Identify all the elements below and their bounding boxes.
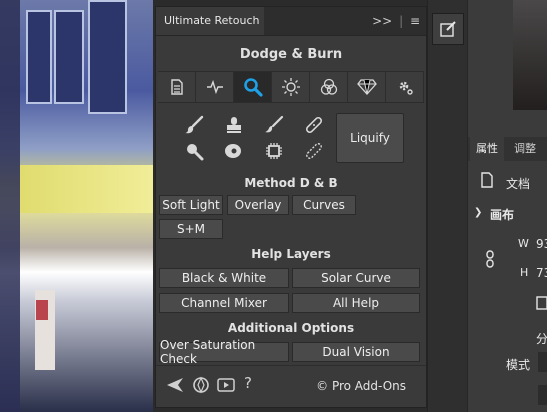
ultimate-retouch-panel: Ultimate Retouch >> | ≡ Dodge & Burn Liq…	[155, 6, 427, 408]
canvas-heading: 画布	[490, 208, 515, 222]
document-icon	[480, 172, 494, 191]
resolution-label: 分	[536, 332, 547, 346]
search-icon	[243, 78, 263, 97]
liquify-button[interactable]: Liquify	[336, 113, 404, 163]
height-label: H	[520, 266, 529, 279]
s-m-button[interactable]: S+M	[159, 219, 223, 239]
link-icon[interactable]	[485, 250, 495, 271]
panel-dock-strip	[427, 0, 468, 412]
patch-icon	[306, 143, 322, 159]
document-label: 文档	[506, 177, 531, 191]
tab-adjustments[interactable]: 调整	[508, 137, 542, 161]
method-heading: Method D & B	[244, 176, 338, 190]
panel-header: Dodge & Burn	[239, 47, 343, 62]
tab-finishing[interactable]	[348, 72, 386, 102]
width-field[interactable]: 93	[536, 237, 547, 251]
panel-tab-bar	[158, 71, 424, 103]
chip-icon	[266, 143, 282, 159]
tool-brush-dodge[interactable]	[174, 112, 214, 138]
diamond-icon	[356, 79, 377, 95]
orientation-icon[interactable]	[536, 296, 547, 313]
tool-chip[interactable]	[254, 138, 294, 164]
video-icon[interactable]	[217, 376, 235, 398]
copyright-text: © Pro Add-Ons	[316, 379, 406, 393]
panel-menu-controls: >> | ≡	[372, 14, 420, 28]
tool-patch[interactable]	[294, 138, 334, 164]
solar-curve-button[interactable]: Solar Curve	[292, 268, 420, 288]
image-window	[54, 10, 84, 104]
image-window	[26, 10, 52, 104]
color-picker-field[interactable]	[513, 0, 547, 110]
over-saturation-check-button[interactable]: Over Saturation Check	[159, 338, 289, 366]
panel-menu-icon[interactable]: ≡	[410, 14, 420, 28]
tab-brightness[interactable]	[272, 72, 310, 102]
color-sampler-icon	[225, 144, 241, 158]
tab-settings[interactable]	[386, 72, 424, 102]
all-help-button[interactable]: All Help	[292, 293, 420, 313]
zoom-icon	[187, 144, 204, 161]
brush-icon	[185, 115, 204, 134]
properties-panel: 属性 调整 文档 ❯ 画布 W 93 H 73 分 模式	[467, 0, 547, 412]
soft-light-button[interactable]: Soft Light	[159, 195, 223, 215]
tab-document[interactable]	[158, 72, 196, 102]
edit-icon	[440, 21, 456, 37]
additional-options-heading: Additional Options	[227, 321, 355, 335]
tab-properties[interactable]: 属性	[470, 137, 504, 161]
tool-brush[interactable]	[254, 112, 294, 138]
panel-tab-title[interactable]: Ultimate Retouch	[156, 7, 264, 35]
panel-titlebar: Ultimate Retouch >> | ≡	[156, 7, 426, 36]
document-icon	[170, 79, 183, 95]
stamp-icon	[227, 117, 241, 133]
edit-panel-button[interactable]	[432, 13, 464, 45]
channels-icon	[320, 78, 337, 95]
aperture-icon[interactable]	[192, 376, 210, 398]
bandage-icon	[305, 116, 323, 134]
tool-healing[interactable]	[294, 112, 334, 138]
tool-zoom[interactable]	[174, 138, 214, 164]
curves-button[interactable]: Curves	[292, 195, 356, 215]
properties-tab-bar: 属性 调整	[468, 137, 547, 161]
help-layers-heading: Help Layers	[251, 247, 331, 261]
bit-depth-select[interactable]	[538, 385, 547, 405]
tab-dodge-burn[interactable]	[234, 72, 272, 102]
overlay-button[interactable]: Overlay	[227, 195, 289, 215]
image-window	[88, 0, 127, 114]
tab-frequency[interactable]	[196, 72, 234, 102]
brightness-icon	[281, 78, 300, 96]
help-icon[interactable]: ?	[244, 374, 252, 392]
channel-mixer-button[interactable]: Channel Mixer	[159, 293, 289, 313]
tab-channels[interactable]	[310, 72, 348, 102]
height-field[interactable]: 73	[536, 266, 547, 280]
image-awning	[20, 165, 153, 213]
brush-icon	[265, 115, 284, 133]
width-label: W	[518, 237, 529, 250]
chevron-down-icon[interactable]: ❯	[474, 207, 482, 218]
canvas-image	[0, 0, 153, 412]
mode-select[interactable]	[538, 352, 547, 372]
image-pillar	[0, 0, 20, 412]
black-white-button[interactable]: Black & White	[159, 268, 289, 288]
image-red-sign	[36, 300, 48, 320]
retouch-tool-grid	[174, 112, 323, 166]
dual-vision-button[interactable]: Dual Vision	[292, 342, 420, 362]
plane-icon[interactable]	[166, 376, 184, 398]
panel-footer: ? © Pro Add-Ons	[156, 365, 426, 408]
collapse-icon[interactable]: >>	[372, 14, 392, 28]
tool-stamp[interactable]	[214, 112, 254, 138]
mode-label: 模式	[506, 358, 531, 372]
tool-color-sampler[interactable]	[214, 138, 254, 164]
pulse-icon	[206, 80, 223, 94]
settings-icon	[399, 81, 413, 95]
